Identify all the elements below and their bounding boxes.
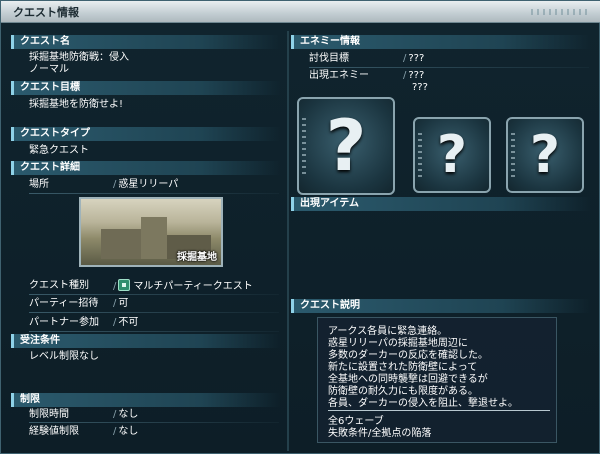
divider (29, 193, 279, 194)
quest-type-text: 緊急クエスト (29, 145, 89, 156)
quest-name-line1: 採掘基地防衛戦：侵入 (29, 52, 129, 63)
description-line: 新たに設置された防衛壁によって (328, 362, 478, 373)
column-divider (287, 31, 289, 451)
description-header: クエスト説明 (291, 299, 591, 313)
description-line: アークス各員に緊急連絡。 (328, 326, 448, 337)
question-mark-icon: ? (325, 105, 367, 187)
party-invite-value: 可 (118, 298, 129, 309)
exp-limit-label: 経験値制限 (29, 426, 79, 437)
description-line: 全基地への同時襲撃は回避できるが (328, 374, 488, 385)
partner-value-wrap: / 不可 (113, 317, 139, 328)
description-line: 多数のダーカーの反応を確認した。 (328, 350, 488, 361)
description-footer-line: 全6ウェーブ (328, 416, 384, 427)
description-footer-line: 失敗条件/全拠点の陥落 (328, 428, 432, 439)
quest-kind-value-wrap: / マルチパーティークエスト (113, 279, 253, 292)
quest-detail-header: クエスト詳細 (11, 161, 281, 175)
enemy-unknown-medium[interactable]: ? (413, 117, 491, 193)
description-separator (328, 410, 550, 411)
divider (29, 331, 279, 332)
conditions-header: 受注条件 (11, 334, 281, 348)
limits-header: 制限 (11, 393, 281, 407)
items-header: 出現アイテム (291, 197, 591, 211)
description-box: アークス各員に緊急連絡。 惑星リリーパの採掘基地周辺に 多数のダーカーの反応を確… (317, 317, 557, 443)
description-line: 各員、ダーカーの侵入を阻止、撃退せよ。 (328, 398, 518, 409)
quest-info-window: クエスト情報 クエスト名 採掘基地防衛戦：侵入 ノーマル クエスト目標 採掘基地… (0, 0, 600, 454)
thumb-tower (141, 217, 167, 259)
location-value-wrap: / 惑星リリーパ (113, 179, 179, 190)
party-invite-value-wrap: / 可 (113, 298, 129, 309)
divider (29, 422, 279, 423)
quest-type-header: クエストタイプ (11, 127, 281, 141)
quest-goal-header: クエスト目標 (11, 81, 281, 95)
quest-goal-text: 採掘基地を防衛せよ! (29, 99, 124, 110)
conditions-text: レベル制限なし (29, 351, 99, 362)
exp-limit-value-wrap: / なし (113, 426, 139, 437)
description-line: 防衛壁の耐久力にも限度がある。 (328, 386, 478, 397)
thumb-structure (101, 229, 141, 259)
quest-kind-value: マルチパーティークエスト (133, 281, 253, 292)
location-label: 場所 (29, 179, 49, 190)
target-label: 討伐目標 (309, 53, 349, 64)
partner-label: パートナー参加 (29, 317, 99, 328)
description-line: 惑星リリーパの採掘基地周辺に (328, 338, 468, 349)
divider (29, 294, 279, 295)
thumbnail-caption: 採掘基地 (177, 252, 217, 263)
time-limit-value-wrap: / なし (113, 409, 139, 420)
icon-tick-marks (302, 117, 306, 175)
window-title: クエスト情報 (13, 6, 79, 19)
party-invite-label: パーティー招待 (29, 298, 99, 309)
question-mark-icon: ? (436, 125, 468, 185)
quest-kind-label: クエスト種別 (29, 280, 89, 291)
exp-limit-value: なし (118, 426, 139, 437)
enemy-unknown-large[interactable]: ? (297, 97, 395, 195)
location-value: 惑星リリーパ (118, 179, 179, 190)
quest-name-line2: ノーマル (29, 64, 69, 75)
enemy-info-header: エネミー情報 (291, 35, 591, 49)
icon-tick-marks (511, 133, 515, 177)
partner-value: 不可 (118, 317, 139, 328)
titlebar-decoration (531, 9, 591, 15)
appear-enemy-value-1: ??? (408, 70, 425, 81)
divider (309, 67, 589, 68)
location-thumbnail: 採掘基地 (79, 197, 223, 267)
time-limit-label: 制限時間 (29, 409, 69, 420)
target-value: ??? (408, 53, 425, 64)
quest-name-header: クエスト名 (11, 35, 281, 49)
divider (29, 312, 279, 313)
time-limit-value: なし (118, 409, 139, 420)
question-mark-icon: ? (529, 125, 561, 185)
icon-tick-marks (418, 133, 422, 177)
target-value-wrap: /??? (403, 53, 425, 64)
multiparty-icon (118, 279, 131, 291)
appear-enemy-label: 出現エネミー (309, 70, 369, 81)
appear-enemy-value-2: ??? (412, 82, 428, 93)
title-bar[interactable]: クエスト情報 (1, 1, 600, 23)
enemy-unknown-small[interactable]: ? (506, 117, 584, 193)
